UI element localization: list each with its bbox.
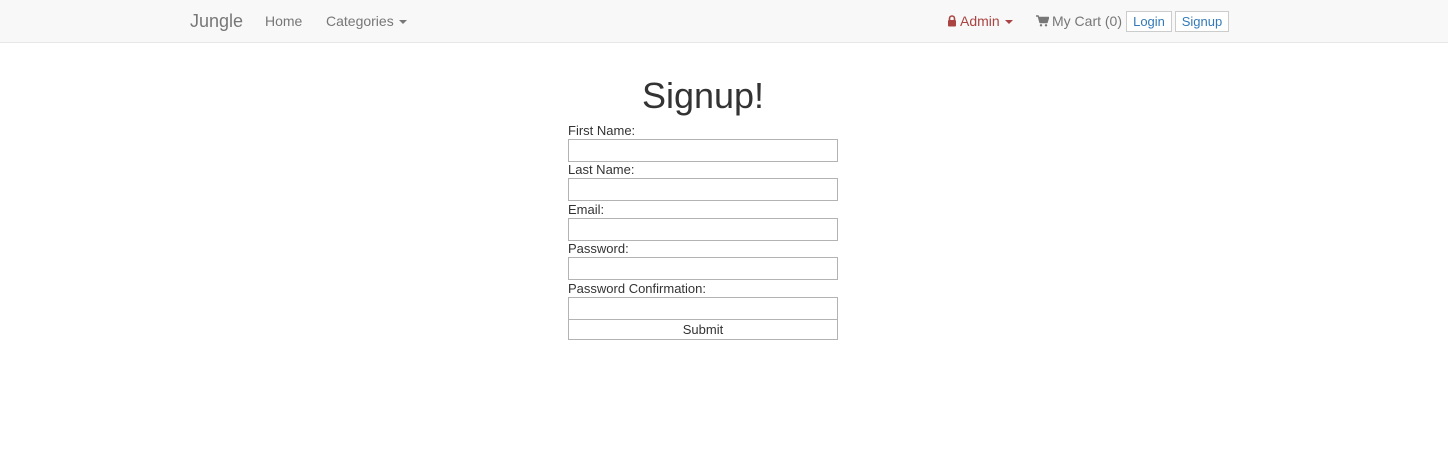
top-navbar: Jungle Home Categories Admin My Cart (0)… (0, 0, 1448, 43)
admin-label: Admin (960, 13, 1000, 29)
email-field[interactable] (568, 218, 838, 241)
brand-link[interactable]: Jungle (190, 0, 243, 42)
shopping-cart-icon (1036, 15, 1049, 27)
categories-dropdown[interactable]: Categories (326, 0, 407, 42)
password-confirmation-label: Password Confirmation: (568, 281, 706, 296)
caret-down-icon (398, 19, 407, 24)
nav-home-link[interactable]: Home (265, 0, 302, 42)
last-name-field[interactable] (568, 178, 838, 201)
email-label: Email: (568, 202, 605, 217)
page-title: Signup! (641, 75, 765, 116)
first-name-label: First Name: (568, 123, 636, 138)
submit-button[interactable]: Submit (568, 319, 838, 340)
cart-label: My Cart (0) (1052, 13, 1122, 29)
password-field[interactable] (568, 257, 838, 280)
last-name-label: Last Name: (568, 162, 635, 177)
caret-down-icon (1004, 19, 1013, 24)
lock-icon (948, 15, 956, 27)
categories-label: Categories (326, 13, 394, 29)
admin-dropdown[interactable]: Admin (947, 0, 1013, 42)
signup-button[interactable]: Signup (1175, 11, 1229, 32)
my-cart-link[interactable]: My Cart (0) (1036, 0, 1122, 42)
login-button[interactable]: Login (1126, 11, 1172, 32)
password-confirmation-field[interactable] (568, 297, 838, 320)
first-name-field[interactable] (568, 139, 838, 162)
password-label: Password: (568, 241, 629, 256)
